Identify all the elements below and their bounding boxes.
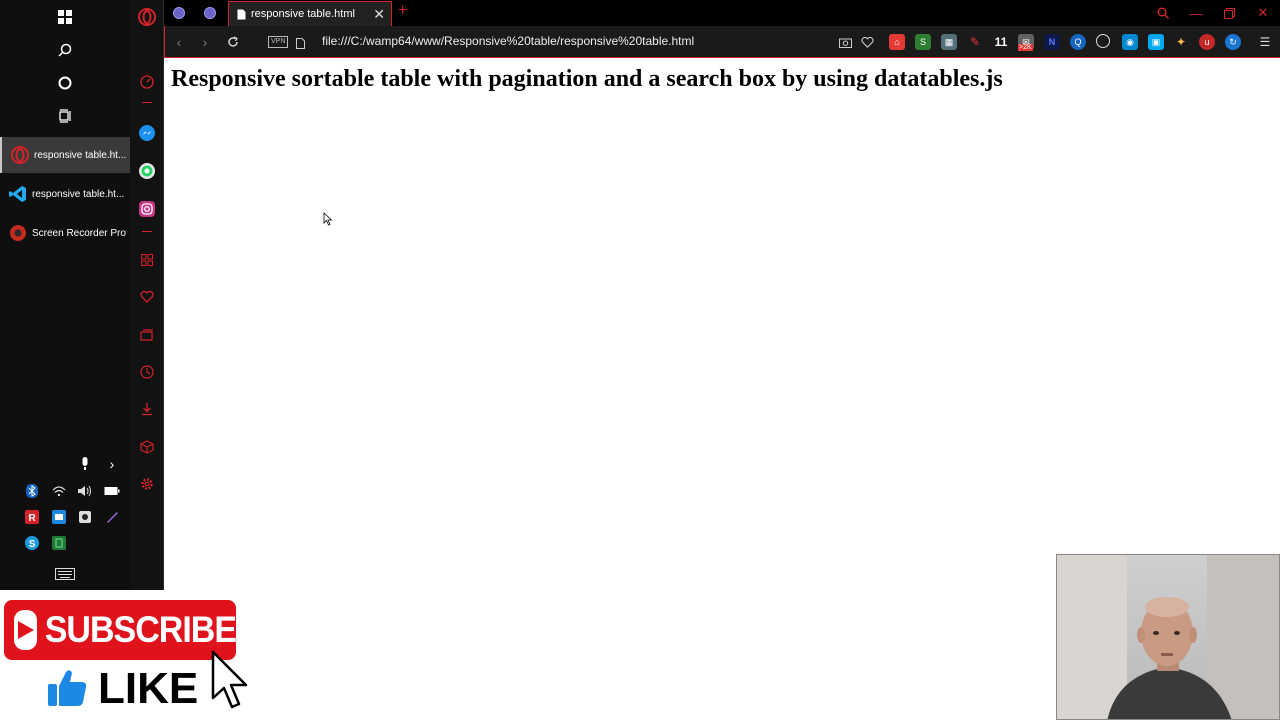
restore-icon[interactable]: [1219, 4, 1239, 22]
taskbar-app-label: responsive table.ht...: [32, 188, 125, 200]
close-tab-icon[interactable]: ✕: [373, 6, 385, 23]
skype-icon[interactable]: S: [23, 534, 41, 552]
extension-n-icon[interactable]: N: [1044, 34, 1060, 50]
settings-gear-icon[interactable]: [137, 474, 157, 494]
new-tab-icon[interactable]: +: [398, 2, 407, 20]
history-icon[interactable]: [137, 362, 157, 382]
vpn-badge[interactable]: VPN: [268, 36, 289, 48]
snapshot-icon[interactable]: [837, 34, 853, 50]
minimize-icon[interactable]: —: [1186, 4, 1206, 22]
wifi-icon[interactable]: [50, 482, 68, 500]
tab-favicon-icon[interactable]: [173, 7, 185, 19]
tabs-snapshot-icon[interactable]: [137, 325, 157, 345]
reload-icon[interactable]: [224, 33, 242, 51]
easy-setup-icon[interactable]: ☰: [1257, 34, 1273, 50]
tab-active[interactable]: responsive table.html ✕: [228, 1, 392, 26]
search-tabs-icon[interactable]: [1153, 4, 1173, 22]
presenter-video: [1057, 555, 1279, 719]
tab-title: responsive table.html: [251, 8, 355, 20]
opera-sidebar: [130, 0, 164, 590]
volume-icon[interactable]: [76, 482, 94, 500]
sidebar-divider: [137, 98, 157, 106]
pen-icon[interactable]: [103, 508, 121, 526]
extension-home-icon[interactable]: ⌂: [889, 34, 905, 50]
search-icon[interactable]: [50, 35, 80, 65]
speed-dial-icon[interactable]: [137, 72, 157, 92]
mail-count-badge: >2K: [1018, 44, 1033, 51]
extension-s-icon[interactable]: S: [915, 34, 931, 50]
svg-text:S: S: [29, 539, 36, 550]
back-icon[interactable]: ‹: [170, 33, 188, 51]
windows-taskbar: responsive table.ht... responsive table.…: [0, 0, 130, 590]
extension-counter-badge[interactable]: 11: [993, 34, 1009, 50]
messenger-icon[interactable]: [137, 123, 157, 143]
like-label: LIKE: [98, 664, 199, 713]
subscribe-button[interactable]: SUBSCRIBE: [4, 600, 237, 660]
taskbar-app-screen-recorder[interactable]: Screen Recorder Pro: [0, 215, 130, 251]
app-tray-chat-icon[interactable]: [50, 508, 68, 526]
address-bar: ‹ › VPN file:///C:/wamp64/www/Responsive…: [164, 26, 1280, 58]
screen-recorder-icon: [8, 223, 28, 243]
vscode-icon: [8, 184, 28, 204]
subscribe-label: SUBSCRIBE: [44, 608, 237, 651]
downloads-icon[interactable]: [137, 399, 157, 419]
extension-q-icon[interactable]: Q: [1070, 34, 1086, 50]
keyboard-icon[interactable]: [54, 565, 76, 583]
workspaces-icon[interactable]: [137, 250, 157, 270]
taskbar-app-opera[interactable]: responsive table.ht...: [0, 137, 130, 173]
extension-grid-icon[interactable]: ▦: [941, 34, 957, 50]
webcam-overlay: [1056, 554, 1280, 720]
extension-o-icon[interactable]: ◉: [1122, 34, 1138, 50]
taskbar-app-label: responsive table.ht...: [34, 149, 127, 161]
extension-spiral-icon[interactable]: [1096, 34, 1110, 48]
taskbar-app-vscode[interactable]: responsive table.ht...: [0, 176, 130, 212]
page-title: Responsive sortable table with paginatio…: [171, 66, 1003, 92]
app-tray-r-icon[interactable]: R: [23, 508, 41, 526]
opera-icon: [10, 145, 30, 165]
extension-feather-icon[interactable]: ✦: [1173, 34, 1189, 50]
app-tray-capture-icon[interactable]: [76, 508, 94, 526]
microphone-icon[interactable]: [76, 455, 94, 473]
youtube-play-icon: [14, 610, 37, 650]
like-button[interactable]: LIKE: [46, 664, 198, 714]
mouse-cursor-icon: [323, 212, 333, 226]
windows-start-icon[interactable]: [50, 2, 80, 32]
cortana-icon[interactable]: [50, 68, 80, 98]
document-icon: [237, 9, 246, 20]
thumbs-up-icon: [46, 666, 88, 713]
opera-menu-icon[interactable]: [137, 7, 157, 27]
app-tray-green-icon[interactable]: [50, 534, 68, 552]
extensions-cube-icon[interactable]: [137, 437, 157, 457]
bluetooth-icon[interactable]: [23, 482, 41, 500]
sidebar-divider: [137, 227, 157, 235]
taskbar-app-label: Screen Recorder Pro: [32, 227, 126, 239]
subscribe-like-overlay: SUBSCRIBE LIKE: [0, 590, 260, 720]
chevron-right-icon[interactable]: ›: [103, 455, 121, 473]
extension-tool-icon[interactable]: ✎: [967, 34, 983, 50]
battery-icon[interactable]: [103, 482, 121, 500]
tab-bar: responsive table.html ✕ + — ✕: [164, 0, 1280, 26]
forward-icon[interactable]: ›: [196, 33, 214, 51]
url-field[interactable]: file:///C:/wamp64/www/Responsive%20table…: [322, 34, 694, 48]
whatsapp-icon[interactable]: [137, 161, 157, 181]
bookmark-heart-icon[interactable]: [859, 34, 875, 50]
heart-icon[interactable]: [137, 287, 157, 307]
page-info-icon[interactable]: [296, 36, 305, 54]
tab-favicon-icon[interactable]: [204, 7, 216, 19]
close-window-icon[interactable]: ✕: [1253, 4, 1273, 22]
extension-refresh-icon[interactable]: ↻: [1225, 34, 1241, 50]
ublock-icon[interactable]: u: [1199, 34, 1215, 50]
instagram-icon[interactable]: [137, 199, 157, 219]
svg-text:R: R: [29, 513, 37, 524]
extension-cloud-icon[interactable]: ▣: [1148, 34, 1164, 50]
pointer-cursor-icon: [211, 650, 248, 709]
task-view-icon[interactable]: [50, 101, 80, 131]
